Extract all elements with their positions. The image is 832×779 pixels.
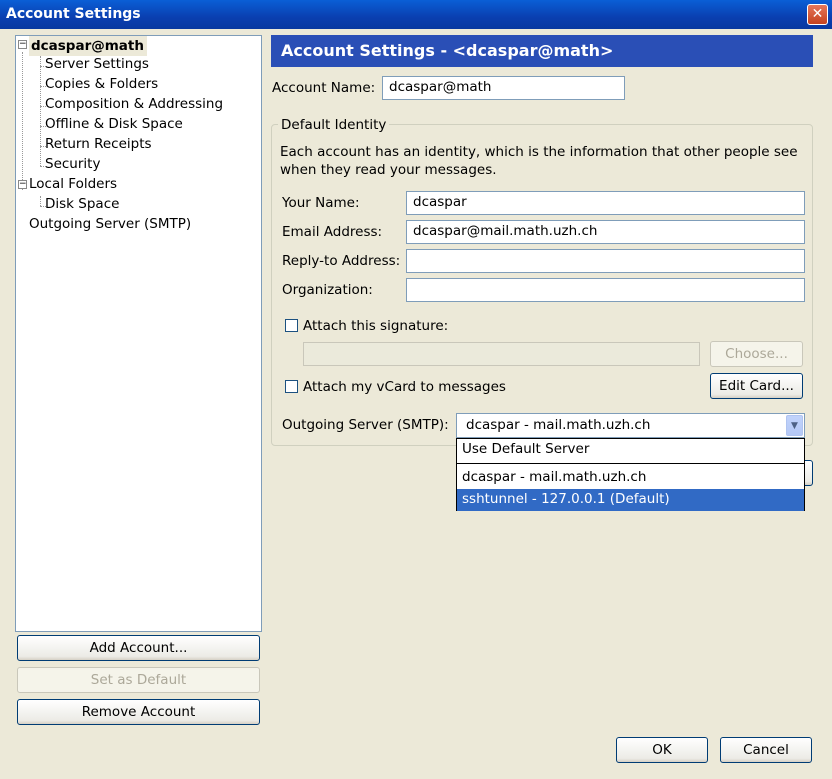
- outgoing-server-select[interactable]: dcaspar - mail.math.uzh.ch ▼: [456, 413, 805, 438]
- outgoing-server-dropdown-list[interactable]: Use Default Server dcaspar - mail.math.u…: [456, 438, 805, 511]
- your-name-label: Your Name:: [282, 195, 360, 211]
- reply-to-label: Reply-to Address:: [282, 253, 401, 269]
- tree-item-copies-folders[interactable]: Copies & Folders: [45, 76, 158, 92]
- your-name-field[interactable]: dcaspar: [406, 191, 805, 215]
- cancel-button[interactable]: Cancel: [720, 737, 812, 763]
- email-address-field[interactable]: dcaspar@mail.math.uzh.ch: [406, 220, 805, 244]
- account-settings-window: Account Settings ✕ − dcaspar@math Server…: [0, 0, 832, 779]
- outgoing-server-label: Outgoing Server (SMTP):: [282, 417, 449, 433]
- collapse-local-folders-icon[interactable]: −: [18, 180, 27, 189]
- remove-account-button[interactable]: Remove Account: [17, 699, 260, 725]
- title-bar[interactable]: Account Settings ✕: [0, 0, 832, 29]
- tree-item-outgoing-server[interactable]: Outgoing Server (SMTP): [29, 216, 191, 232]
- set-as-default-button[interactable]: Set as Default: [17, 667, 260, 693]
- tree-item-server-settings[interactable]: Server Settings: [45, 56, 149, 72]
- dropdown-option-default-server[interactable]: Use Default Server: [457, 439, 804, 461]
- attach-signature-checkbox[interactable]: [285, 319, 298, 332]
- organization-label: Organization:: [282, 282, 373, 298]
- ok-button[interactable]: OK: [616, 737, 708, 763]
- default-identity-legend: Default Identity: [278, 117, 390, 133]
- dropdown-separator: [457, 463, 804, 464]
- dropdown-option-sshtunnel[interactable]: sshtunnel - 127.0.0.1 (Default): [457, 489, 804, 511]
- tree-connector: [40, 196, 41, 206]
- dropdown-arrow-icon[interactable]: ▼: [786, 415, 803, 436]
- collapse-account-icon[interactable]: −: [18, 40, 27, 49]
- page-title: Account Settings - <dcaspar@math>: [271, 35, 813, 67]
- tree-item-security[interactable]: Security: [45, 156, 100, 172]
- attach-vcard-label: Attach my vCard to messages: [303, 379, 506, 395]
- account-name-label: Account Name:: [272, 80, 376, 96]
- edit-card-button[interactable]: Edit Card...: [710, 373, 803, 399]
- choose-signature-button[interactable]: Choose...: [710, 341, 803, 367]
- identity-description: Each account has an identity, which is t…: [280, 144, 798, 178]
- tree-item-account[interactable]: dcaspar@math: [29, 36, 147, 56]
- account-name-field[interactable]: dcaspar@math: [382, 76, 625, 100]
- tree-item-offline-disk-space[interactable]: Offline & Disk Space: [45, 116, 183, 132]
- account-tree[interactable]: − dcaspar@math Server Settings Copies & …: [15, 35, 262, 632]
- tree-item-local-folders[interactable]: Local Folders: [29, 176, 117, 192]
- add-account-button[interactable]: Add Account...: [17, 635, 260, 661]
- attach-signature-label: Attach this signature:: [303, 318, 449, 334]
- window-title: Account Settings: [6, 6, 141, 22]
- tree-item-disk-space[interactable]: Disk Space: [45, 196, 119, 212]
- close-icon[interactable]: ✕: [807, 4, 828, 25]
- dropdown-option-dcaspar[interactable]: dcaspar - mail.math.uzh.ch: [457, 467, 804, 489]
- tree-item-return-receipts[interactable]: Return Receipts: [45, 136, 152, 152]
- attach-vcard-checkbox[interactable]: [285, 380, 298, 393]
- reply-to-field[interactable]: [406, 249, 805, 273]
- email-address-label: Email Address:: [282, 224, 383, 240]
- tree-connector: [40, 56, 41, 166]
- signature-path-field[interactable]: [303, 342, 700, 366]
- organization-field[interactable]: [406, 278, 805, 302]
- tree-item-composition-addressing[interactable]: Composition & Addressing: [45, 96, 223, 112]
- outgoing-server-selected: dcaspar - mail.math.uzh.ch: [466, 417, 651, 433]
- tree-connector: [22, 52, 23, 190]
